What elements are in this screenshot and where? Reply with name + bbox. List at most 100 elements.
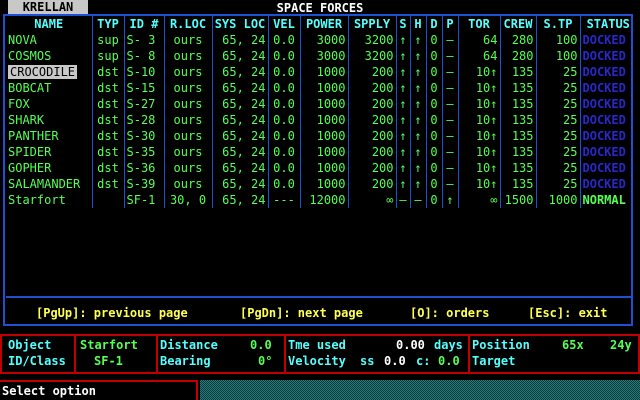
- ship-row[interactable]: COSMOS sup S- 8 ours 65, 24 0.0 3000 3200 ↑ ↑ 0–64…: [6, 48, 636, 64]
- ship-name-label: PANTHER: [8, 129, 59, 143]
- time-value: 0.00: [396, 338, 425, 352]
- ship-tor: 10↑: [457, 128, 500, 144]
- status-bar-pattern: [200, 380, 640, 400]
- ship-row[interactable]: NOVA sup S- 3 ours 65, 24 0.0 3000 3200 ↑ ↑ 0–64 28…: [6, 32, 636, 48]
- pgup-hint[interactable]: [PgUp]: previous page: [36, 306, 188, 320]
- ship-s: –: [395, 192, 410, 208]
- ship-power: 1000: [299, 112, 348, 128]
- ship-name: COSMOS: [6, 48, 92, 64]
- ship-vel: ---: [267, 192, 300, 208]
- ship-row[interactable]: Starfort SF-1 30, 0 65, 24 --- 12000 ∞ – –0 ↑ ∞ 150…: [6, 192, 636, 208]
- idclass-value: SF-1: [94, 354, 123, 368]
- ship-supply: 200: [347, 160, 396, 176]
- column-header: D: [425, 16, 442, 32]
- ship-stp: 25: [535, 160, 580, 176]
- ship-d: 0: [425, 128, 442, 144]
- ship-name-label: NOVA: [8, 33, 37, 47]
- ship-power: 1000: [299, 80, 348, 96]
- ship-power: 3000: [299, 48, 348, 64]
- time-label: Tme used: [288, 338, 346, 352]
- faction-tab[interactable]: KRELLAN: [8, 0, 88, 14]
- ship-d: 0: [425, 80, 442, 96]
- ship-status: DOCKED: [579, 80, 636, 96]
- ship-tor: 10↑: [457, 80, 500, 96]
- ship-sysloc: 65, 24: [211, 96, 268, 112]
- pgdn-hint[interactable]: [PgDn]: next page: [240, 306, 363, 320]
- ship-supply: 200: [347, 112, 396, 128]
- ship-status: DOCKED: [579, 160, 636, 176]
- column-header: S: [395, 16, 410, 32]
- ship-name-label: Starfort: [8, 193, 66, 207]
- ship-supply: 200: [347, 64, 396, 80]
- ship-name-label: COSMOS: [8, 49, 52, 63]
- position-y: 24y: [610, 338, 632, 352]
- ship-status: DOCKED: [579, 96, 636, 112]
- ship-sysloc: 65, 24: [211, 176, 268, 192]
- ship-supply: 3200: [347, 48, 396, 64]
- ship-h: ↑: [409, 176, 426, 192]
- ship-crew: 135: [499, 176, 536, 192]
- ship-rloc: ours: [163, 96, 212, 112]
- ship-row[interactable]: SALAMANDER dst S-39 ours 65, 24 0.0 1000 200 ↑ ↑ 0…: [6, 176, 636, 192]
- ship-row[interactable]: FOX dst S-27 ours 65, 24 0.0 1000 200 ↑ ↑ 0–10↑ 135…: [6, 96, 636, 112]
- ship-row[interactable]: SPIDER dst S-35 ours 65, 24 0.0 1000 200 ↑ ↑ 0–10↑…: [6, 144, 636, 160]
- column-header: R.LOC: [163, 16, 212, 32]
- ship-crew: 135: [499, 96, 536, 112]
- ship-typ: dst: [91, 80, 124, 96]
- ship-crew: 135: [499, 64, 536, 80]
- ship-crew: 135: [499, 112, 536, 128]
- ship-sysloc: 65, 24: [211, 192, 268, 208]
- ship-crew: 135: [499, 160, 536, 176]
- target-label: Target: [472, 354, 516, 368]
- ship-tor: 10↑: [457, 64, 500, 80]
- ship-d: 0: [425, 112, 442, 128]
- object-label: Object: [8, 338, 52, 352]
- ship-crew: 135: [499, 128, 536, 144]
- ship-stp: 25: [535, 96, 580, 112]
- orders-hint[interactable]: [O]: orders: [410, 306, 489, 320]
- ship-h: ↑: [409, 96, 426, 112]
- info-panel: Object ID/Class Starfort SF-1 Distance 0…: [0, 334, 640, 374]
- ship-rloc: ours: [163, 176, 212, 192]
- ship-name: CROCODILE: [6, 64, 92, 80]
- ship-p: –: [441, 64, 458, 80]
- ship-stp: 25: [535, 144, 580, 160]
- time-unit: days: [434, 338, 463, 352]
- ship-name: NOVA: [6, 32, 92, 48]
- ship-h: –: [409, 192, 426, 208]
- column-header: SYS LOC: [211, 16, 268, 32]
- ship-list: NOVA sup S- 3 ours 65, 24 0.0 3000 3200 ↑ ↑ 0–64 28…: [6, 32, 636, 208]
- ship-name: FOX: [6, 96, 92, 112]
- ship-id: S-35: [123, 144, 164, 160]
- exit-hint[interactable]: [Esc]: exit: [528, 306, 607, 320]
- ship-power: 1000: [299, 144, 348, 160]
- ship-s: ↑: [395, 112, 410, 128]
- ship-p: ↑: [441, 192, 458, 208]
- ship-vel: 0.0: [267, 64, 300, 80]
- ship-row[interactable]: BOBCAT dst S-15 ours 65, 24 0.0 1000 200 ↑ ↑ 0–10↑…: [6, 80, 636, 96]
- ship-d: 0: [425, 32, 442, 48]
- distance-label: Distance: [160, 338, 218, 352]
- ship-crew: 280: [499, 32, 536, 48]
- ship-p: –: [441, 32, 458, 48]
- ship-rloc: ours: [163, 80, 212, 96]
- position-cell: Position 65x 24y Target: [470, 336, 638, 372]
- ship-tor: ∞: [457, 192, 500, 208]
- ship-row[interactable]: CROCODILE dst S-10 ours 65, 24 0.0 1000 200 ↑ ↑ 0–…: [6, 64, 636, 80]
- bearing-label: Bearing: [160, 354, 211, 368]
- ship-p: –: [441, 176, 458, 192]
- ship-power: 1000: [299, 128, 348, 144]
- ship-d: 0: [425, 192, 442, 208]
- column-header: CREW: [499, 16, 536, 32]
- ship-power: 1000: [299, 64, 348, 80]
- bearing-value: 0°: [258, 354, 273, 368]
- object-value-cell: Starfort SF-1: [76, 336, 158, 372]
- ship-supply: 200: [347, 144, 396, 160]
- ship-stp: 25: [535, 128, 580, 144]
- ship-typ: sup: [91, 48, 124, 64]
- ship-supply: ∞: [347, 192, 396, 208]
- ship-row[interactable]: GOPHER dst S-36 ours 65, 24 0.0 1000 200 ↑ ↑ 0–10↑…: [6, 160, 636, 176]
- ship-row[interactable]: SHARK dst S-28 ours 65, 24 0.0 1000 200 ↑ ↑ 0–10↑ 1…: [6, 112, 636, 128]
- ship-row[interactable]: PANTHER dst S-30 ours 65, 24 0.0 1000 200 ↑ ↑ 0–10…: [6, 128, 636, 144]
- ship-vel: 0.0: [267, 112, 300, 128]
